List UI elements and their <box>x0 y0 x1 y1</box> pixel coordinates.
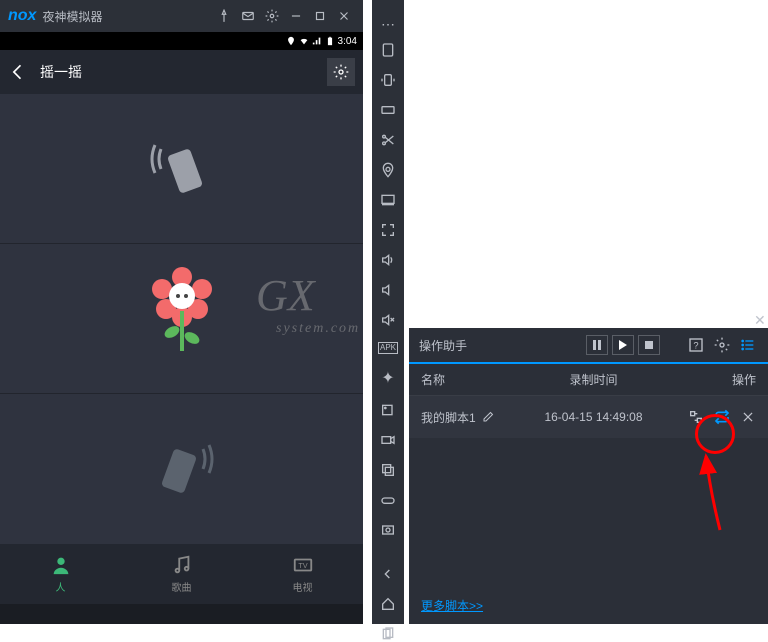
script-name: 我的脚本1 <box>421 409 476 426</box>
device-statusbar: 3:04 <box>0 32 363 50</box>
nox-logo: nox <box>8 7 36 25</box>
col-ops: 操作 <box>676 371 756 388</box>
gps-icon <box>286 36 296 46</box>
col-time: 录制时间 <box>511 371 676 388</box>
flower-icon <box>142 269 222 369</box>
scissors-icon[interactable] <box>378 132 398 148</box>
settings-icon[interactable] <box>261 5 283 27</box>
app-settings-button[interactable] <box>327 58 355 86</box>
script-icon[interactable] <box>378 402 398 418</box>
apk-icon[interactable]: APK <box>378 342 398 354</box>
clock-text: 3:04 <box>338 36 357 47</box>
maximize-button[interactable] <box>309 5 331 27</box>
helper-columns: 名称 录制时间 操作 <box>409 364 768 396</box>
helper-header: 操作助手 ? <box>409 328 768 364</box>
minimize-button[interactable] <box>285 5 307 27</box>
emulator-window: nox 夜神模拟器 3:04 摇一摇 <box>0 0 363 624</box>
help-icon[interactable]: ? <box>686 335 706 355</box>
script-time: 16-04-15 14:49:08 <box>511 410 676 424</box>
app-header: 摇一摇 <box>0 50 363 94</box>
shake-icon[interactable] <box>378 72 398 88</box>
helper-panel: 操作助手 ? 名称 录制时间 操作 我的脚本1 16-04-15 14:49:0… <box>409 328 768 624</box>
controller-icon[interactable] <box>378 492 398 508</box>
volume-down-icon[interactable] <box>378 282 398 298</box>
phone-shake-icon <box>147 129 217 209</box>
helper-close-x[interactable]: ✕ <box>754 312 766 329</box>
edit-icon[interactable] <box>482 411 494 423</box>
home-nav-icon[interactable] <box>378 596 398 612</box>
wifi-icon <box>299 36 309 46</box>
volume-up-icon[interactable] <box>378 252 398 268</box>
emulator-titlebar[interactable]: nox 夜神模拟器 <box>0 0 363 32</box>
mail-icon[interactable] <box>237 5 259 27</box>
shake-center <box>0 244 363 394</box>
list-icon[interactable] <box>738 335 758 355</box>
nav-music-label: 歌曲 <box>172 579 192 594</box>
mute-icon[interactable] <box>378 312 398 328</box>
emulator-title: 夜神模拟器 <box>42 8 211 25</box>
script-ops <box>676 409 756 425</box>
pin-icon[interactable] <box>213 5 235 27</box>
nav-tv[interactable]: TV 电视 <box>292 554 314 594</box>
nav-people-label: 人 <box>56 579 66 594</box>
battery-icon <box>325 36 335 46</box>
sparkle-icon[interactable]: ✦ <box>378 368 398 388</box>
back-button[interactable] <box>8 62 32 82</box>
play-button[interactable] <box>612 335 634 355</box>
recent-nav-icon[interactable] <box>378 626 398 642</box>
helper-title: 操作助手 <box>419 337 582 354</box>
multi-instance-icon[interactable] <box>378 462 398 478</box>
my-computer-icon[interactable] <box>378 192 398 208</box>
nav-music[interactable]: 歌曲 <box>171 554 193 594</box>
bottom-nav: 人 歌曲 TV 电视 <box>0 544 363 604</box>
pause-button[interactable] <box>586 335 608 355</box>
record-icon[interactable] <box>378 522 398 538</box>
delete-icon[interactable] <box>740 409 756 425</box>
emulator-toolbar: ⋯ APK ✦ <box>372 0 404 624</box>
more-scripts-link[interactable]: 更多脚本>> <box>421 599 483 613</box>
signal-icon <box>312 36 322 46</box>
app-title: 摇一摇 <box>40 62 327 82</box>
location-icon[interactable] <box>378 162 398 178</box>
video-icon[interactable] <box>378 432 398 448</box>
back-nav-icon[interactable] <box>378 566 398 582</box>
phone-shake-icon-2 <box>147 429 217 509</box>
script-name-cell: 我的脚本1 <box>421 409 511 426</box>
close-button[interactable] <box>333 5 355 27</box>
keyboard-icon[interactable] <box>378 102 398 118</box>
nav-tv-label: 电视 <box>293 579 313 594</box>
nav-people[interactable]: 人 <box>50 554 72 594</box>
loop-icon[interactable] <box>714 409 730 425</box>
svg-text:TV: TV <box>298 561 307 570</box>
svg-text:?: ? <box>693 340 698 350</box>
col-name: 名称 <box>421 371 511 388</box>
play-once-icon[interactable] <box>688 409 704 425</box>
stop-button[interactable] <box>638 335 660 355</box>
shake-top <box>0 94 363 244</box>
shake-area <box>0 94 363 544</box>
rotate-icon[interactable] <box>378 42 398 58</box>
helper-footer: 更多脚本>> <box>421 597 483 614</box>
script-row[interactable]: 我的脚本1 16-04-15 14:49:08 <box>409 396 768 438</box>
shake-bottom <box>0 394 363 544</box>
helper-settings-icon[interactable] <box>712 335 732 355</box>
more-icon[interactable]: ⋯ <box>381 16 395 33</box>
fullscreen-icon[interactable] <box>378 222 398 238</box>
